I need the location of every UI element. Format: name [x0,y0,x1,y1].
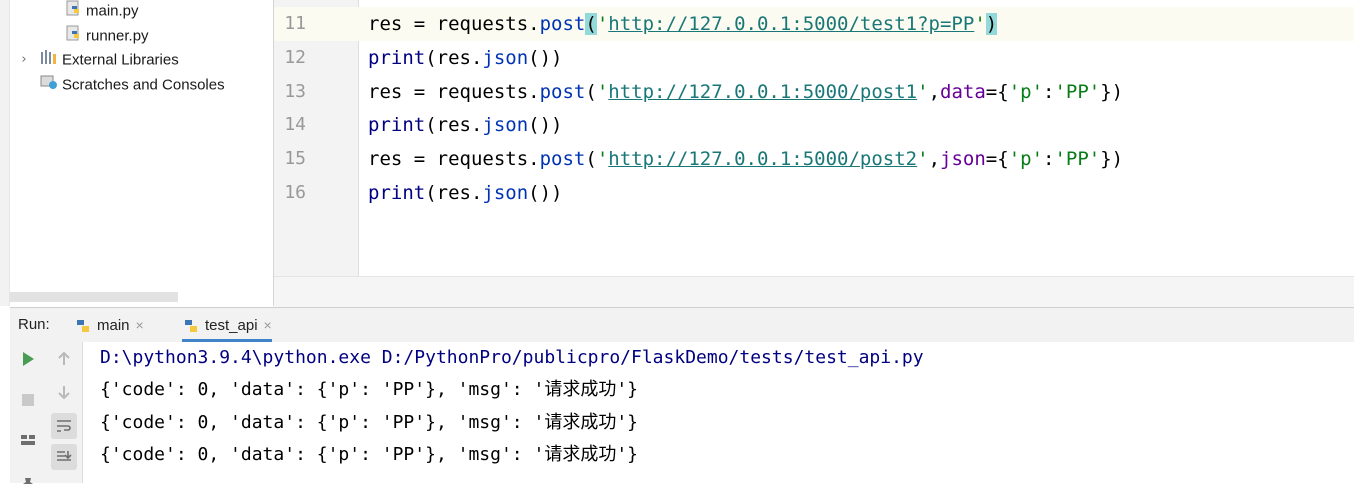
editor-breadcrumb-bar [274,276,1354,307]
run-label: Run: [18,316,50,333]
code-line[interactable]: 14 print(res.json()) [274,108,1354,142]
project-tree: main.py runner.py › External Libraries S… [0,0,274,306]
library-icon [40,49,58,72]
tree-item-label: runner.py [86,27,149,45]
run-tool-window-header: Run: main × test_api × [10,307,1354,343]
close-icon[interactable]: × [136,317,144,333]
code-text: res = requests.post('http://127.0.0.1:50… [368,148,1124,170]
close-icon[interactable]: × [264,317,272,333]
arrow-down-icon[interactable] [51,379,77,405]
line-number: 14 [284,114,306,135]
run-tab-main[interactable]: main × [74,308,144,342]
run-toolbar [10,342,83,484]
stop-icon[interactable] [15,387,41,413]
python-file-icon [66,0,82,23]
layout-icon[interactable] [15,427,41,453]
console-line: {'code': 0, 'data': {'p': 'PP'}, 'msg': … [100,444,638,465]
line-number: 15 [284,148,306,169]
line-number: 13 [284,81,306,102]
tree-horizontal-scrollbar[interactable] [10,292,178,302]
console-line: D:\python3.9.4\python.exe D:/PythonPro/p… [100,347,924,368]
tree-item-external-libraries[interactable]: External Libraries [40,49,179,71]
tree-item-label: main.py [86,2,139,20]
scroll-to-end-icon[interactable] [51,444,77,470]
code-line[interactable]: 16 print(res.json()) [274,176,1354,210]
tree-item-scratches[interactable]: Scratches and Consoles [40,74,225,96]
chevron-right-icon[interactable]: › [18,49,30,71]
pin-icon[interactable] [15,470,41,496]
python-icon [185,320,197,333]
tool-window-stripe [0,0,10,306]
code-text: res = requests.post('http://127.0.0.1:50… [368,13,998,35]
code-line[interactable]: 15 res = requests.post('http://127.0.0.1… [274,142,1354,176]
python-icon [77,320,89,333]
code-text: print(res.json()) [368,182,563,204]
line-number: 11 [284,13,306,34]
run-tab-test-api[interactable]: test_api × [182,308,272,342]
tree-item-label: External Libraries [62,51,179,69]
line-number: 12 [284,47,306,68]
tree-item-runner-py[interactable]: runner.py [66,25,149,47]
code-line[interactable]: 11 res = requests.post('http://127.0.0.1… [274,7,1354,41]
soft-wrap-icon[interactable] [51,413,77,439]
arrow-up-icon[interactable] [51,346,77,372]
console-line: {'code': 0, 'data': {'p': 'PP'}, 'msg': … [100,379,638,400]
console-output[interactable]: D:\python3.9.4\python.exe D:/PythonPro/p… [83,342,1354,483]
tree-item-label: Scratches and Consoles [62,76,225,94]
code-line[interactable]: 12 print(res.json()) [274,41,1354,75]
code-text: res = requests.post('http://127.0.0.1:50… [368,81,1124,103]
code-text: print(res.json()) [368,114,563,136]
python-file-icon [66,25,82,48]
tab-label: main [97,317,130,334]
tab-label: test_api [205,317,258,334]
console-line: {'code': 0, 'data': {'p': 'PP'}, 'msg': … [100,412,638,433]
rerun-icon[interactable] [15,346,41,372]
scratches-icon [40,74,58,97]
code-line[interactable]: 13 res = requests.post('http://127.0.0.1… [274,75,1354,109]
code-editor[interactable]: 11 res = requests.post('http://127.0.0.1… [274,0,1354,276]
code-text: print(res.json()) [368,47,563,69]
line-number: 16 [284,182,306,203]
tree-item-main-py[interactable]: main.py [66,0,139,22]
